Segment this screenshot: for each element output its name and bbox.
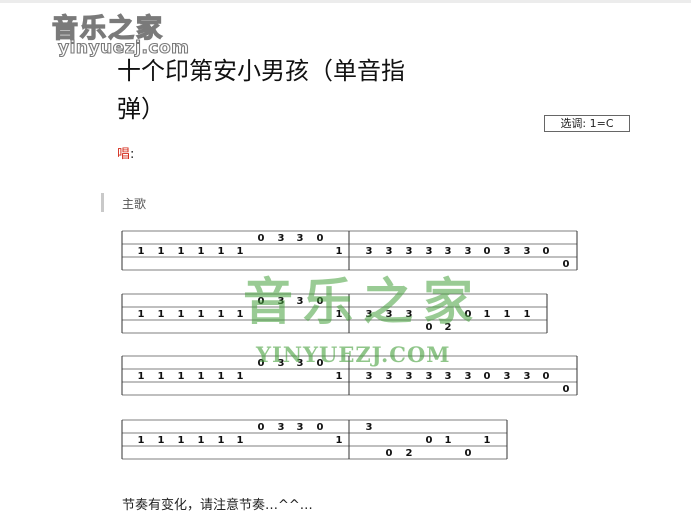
tab-note: 3 (406, 309, 413, 320)
tab-note: 3 (366, 309, 373, 320)
tab-note: 1 (158, 371, 165, 382)
tab-note: 0 (465, 309, 472, 320)
tab-note: 0 (563, 384, 570, 395)
tab-note: 3 (278, 233, 285, 244)
tab-note: 1 (138, 435, 145, 446)
tab-note: 3 (366, 371, 373, 382)
tab-note: 0 (543, 371, 550, 382)
tab-note: 2 (406, 448, 413, 459)
tab-note: 3 (524, 246, 531, 257)
tab-note: 1 (158, 435, 165, 446)
tab-note: 1 (218, 435, 225, 446)
tab-note: 1 (336, 435, 343, 446)
tab-note: 3 (386, 246, 393, 257)
tab-note: 0 (426, 322, 433, 333)
tab-note: 0 (258, 296, 265, 307)
tab-note: 3 (278, 422, 285, 433)
tab-note: 1 (524, 309, 531, 320)
tab-note: 0 (317, 422, 324, 433)
tab-note: 0 (426, 435, 433, 446)
tab-note: 0 (258, 358, 265, 369)
tab-note: 1 (237, 246, 244, 257)
tab-note: 0 (543, 246, 550, 257)
tab-note: 1 (198, 371, 205, 382)
tab-note: 1 (198, 246, 205, 257)
tab-note: 0 (317, 358, 324, 369)
tab-note: 1 (484, 435, 491, 446)
tab-note: 3 (465, 371, 472, 382)
tab-note: 1 (178, 309, 185, 320)
tablature: 1 1 1 1 1 1 0 3 3 0 1 3 3 3 3 3 3 0 3 3 0 0 1 1 1 1 1 1 0 3 3 0 1 3 3 3 0 2 0 1… (121, 230, 578, 460)
tab-note: 3 (524, 371, 531, 382)
tab-note: 1 (158, 309, 165, 320)
tab-note: 3 (445, 246, 452, 257)
tab-note: 0 (484, 246, 491, 257)
tab-note: 3 (406, 246, 413, 257)
tab-note: 3 (426, 246, 433, 257)
tab-note: 3 (278, 296, 285, 307)
tab-note: 0 (317, 296, 324, 307)
tab-note: 1 (237, 371, 244, 382)
tab-note: 1 (218, 246, 225, 257)
tab-note: 3 (366, 246, 373, 257)
tab-note: 1 (178, 246, 185, 257)
tab-note: 0 (258, 422, 265, 433)
tab-note: 3 (297, 233, 304, 244)
tab-note: 1 (138, 246, 145, 257)
tab-note: 1 (158, 246, 165, 257)
tab-note: 3 (426, 371, 433, 382)
tab-note: 0 (563, 259, 570, 270)
tab-note: 1 (336, 371, 343, 382)
tab-note: 0 (484, 371, 491, 382)
tab-note: 1 (218, 371, 225, 382)
tab-note: 1 (198, 435, 205, 446)
tab-note: 1 (336, 309, 343, 320)
tab-note: 0 (465, 448, 472, 459)
tab-note: 1 (484, 309, 491, 320)
tab-note: 1 (198, 309, 205, 320)
tab-note: 0 (386, 448, 393, 459)
tab-note: 3 (504, 246, 511, 257)
tab-note: 1 (237, 309, 244, 320)
tab-note: 2 (445, 322, 452, 333)
tab-note: 3 (386, 309, 393, 320)
tab-note: 1 (178, 435, 185, 446)
tab-note: 3 (297, 296, 304, 307)
tab-note: 3 (297, 358, 304, 369)
footer-note: 节奏有变化，请注意节奏…^^… (122, 498, 313, 513)
tab-note: 3 (278, 358, 285, 369)
tab-note: 3 (465, 246, 472, 257)
tab-note: 3 (297, 422, 304, 433)
tab-note: 3 (386, 371, 393, 382)
tab-note: 1 (138, 309, 145, 320)
tab-note: 1 (178, 371, 185, 382)
tab-note: 3 (504, 371, 511, 382)
tab-note: 1 (218, 309, 225, 320)
tab-note: 1 (445, 435, 452, 446)
tab-note: 1 (237, 435, 244, 446)
tab-note: 1 (336, 246, 343, 257)
tab-note: 1 (504, 309, 511, 320)
tab-note: 0 (258, 233, 265, 244)
tab-note: 3 (366, 422, 373, 433)
tab-note: 1 (138, 371, 145, 382)
tab-note: 3 (406, 371, 413, 382)
tab-note: 0 (317, 233, 324, 244)
tab-note: 3 (445, 371, 452, 382)
